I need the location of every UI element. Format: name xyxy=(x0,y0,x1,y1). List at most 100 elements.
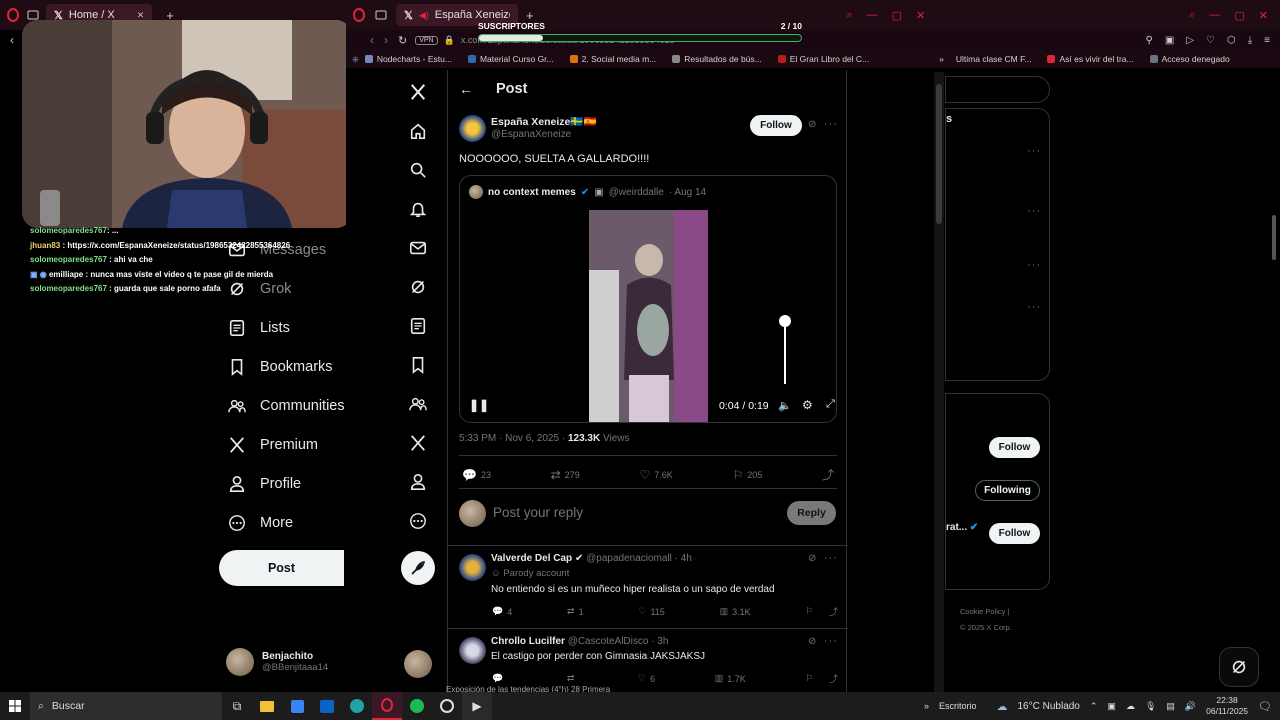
search-box-card[interactable] xyxy=(945,76,1050,103)
bookmark-item[interactable]: 2. Social media m... xyxy=(569,54,656,64)
volume-slider[interactable] xyxy=(779,315,791,384)
show-hidden-icons[interactable]: ⌃ xyxy=(1090,701,1098,712)
nav-premium[interactable]: Premium xyxy=(220,425,352,464)
left-account-switcher[interactable]: Benjachito @BBenjitaaa14 xyxy=(226,648,328,676)
quoted-post[interactable]: no context memes ✔ ▣ @weirddalle · Aug 1… xyxy=(459,175,837,423)
mic-icon[interactable]: 🎙 xyxy=(1145,701,1156,712)
bookmark-item[interactable]: Material Curso Gr... xyxy=(467,54,554,64)
bookmark-item[interactable]: Ultima clase CM F... xyxy=(956,54,1032,64)
bookmark-item[interactable]: Así es vivir del tra... xyxy=(1047,54,1134,64)
like-action[interactable]: ♡ 7.6K xyxy=(639,466,672,483)
profile-icon[interactable] xyxy=(396,462,440,501)
minimize-icon[interactable]: — xyxy=(867,9,878,21)
more-options-icon[interactable]: ··· xyxy=(824,552,838,564)
workspace-icon[interactable] xyxy=(374,8,388,22)
x-premium-icon[interactable] xyxy=(396,423,440,462)
spotify-icon[interactable] xyxy=(402,692,432,720)
speaker-icon[interactable]: 🔊 xyxy=(1185,701,1196,712)
more-options-icon[interactable]: ··· xyxy=(824,118,838,130)
extensions-icon[interactable]: ⬡ xyxy=(1227,35,1236,46)
grok-explain-icon[interactable]: ⊘ xyxy=(808,119,816,130)
mail-icon[interactable] xyxy=(396,228,440,267)
x-logo-icon[interactable] xyxy=(396,72,440,111)
compose-post-button[interactable] xyxy=(401,551,435,585)
opera-logo-icon[interactable] xyxy=(6,8,20,22)
store-icon[interactable] xyxy=(282,692,312,720)
vpn-badge[interactable]: VPN xyxy=(415,35,438,45)
reload-icon[interactable]: ↻ xyxy=(398,34,407,47)
opera-taskbar-icon[interactable] xyxy=(372,692,402,720)
reply-action[interactable]: 💬 23 xyxy=(462,466,491,483)
start-button[interactable] xyxy=(0,692,30,720)
heart-icon[interactable]: ♡ xyxy=(1206,35,1215,46)
nav-more[interactable]: More xyxy=(220,503,352,542)
back-icon[interactable]: ‹ xyxy=(370,33,374,47)
reply-post[interactable]: Valverde Del Cap ✔ @papadenaciomall · 4h… xyxy=(448,546,848,628)
network-icon[interactable]: ▤ xyxy=(1166,701,1175,712)
follow-button[interactable]: Follow xyxy=(989,437,1040,458)
reply-action[interactable]: 💬 xyxy=(492,672,507,685)
trend-more-icon[interactable]: ··· xyxy=(1027,259,1041,271)
player-icon[interactable]: ▷ xyxy=(1186,35,1194,46)
weather-text[interactable]: 16°C Nublado xyxy=(1018,701,1080,712)
volume-icon[interactable]: 🔈 xyxy=(778,399,792,412)
grok-fab[interactable] xyxy=(1219,647,1259,687)
onedrive-icon[interactable]: ☁ xyxy=(1126,701,1135,712)
like-action[interactable]: ♡ 115 xyxy=(638,605,664,618)
grok-explain-icon[interactable]: ⊘ xyxy=(808,636,816,647)
repost-action[interactable]: ⇄ 1 xyxy=(567,605,584,618)
search-tabs-icon-2[interactable]: ⌕ xyxy=(1189,9,1195,22)
taskbar-search[interactable]: ⌕ Buscar xyxy=(30,692,222,720)
author-avatar[interactable] xyxy=(459,115,486,142)
back-arrow-icon[interactable]: ← xyxy=(459,81,473,97)
search-icon[interactable] xyxy=(396,150,440,189)
obs-icon[interactable] xyxy=(432,692,462,720)
tray-overflow-icon[interactable]: » xyxy=(924,701,929,711)
video-player[interactable]: ❚❚ 0:04 / 0:19 🔈 ⚙ ⤢ xyxy=(460,210,836,422)
bookmark-page-icon[interactable]: ⚲ xyxy=(1146,35,1153,46)
clock[interactable]: 22:38 06/11/2025 xyxy=(1206,695,1248,717)
trend-more-icon[interactable]: ··· xyxy=(1027,205,1041,217)
right-edge-scrollbar[interactable] xyxy=(1272,215,1276,260)
search-tabs-icon[interactable]: ⌕ xyxy=(846,9,852,22)
communities-icon[interactable] xyxy=(396,384,440,423)
views-action[interactable]: ▥ 3.1K xyxy=(720,605,751,618)
post-timestamp[interactable]: 5:33 PM · Nov 6, 2025 · xyxy=(459,433,568,444)
minimize-icon-2[interactable]: — xyxy=(1209,9,1220,21)
outlook-icon[interactable] xyxy=(312,692,342,720)
bookmark-item[interactable]: Nodecharts - Estu... xyxy=(364,54,452,64)
repost-action[interactable]: ⇄ 279 xyxy=(551,466,580,483)
bookmark-share[interactable]: ⚐ ⤴ xyxy=(805,672,838,685)
task-view-icon[interactable]: ⧉ xyxy=(222,692,252,720)
follow-button[interactable]: Follow xyxy=(989,523,1040,544)
nav-lists[interactable]: Lists xyxy=(220,308,352,347)
grok-explain-icon[interactable]: ⊘ xyxy=(808,553,816,564)
back-icon[interactable]: ‹ xyxy=(10,33,14,47)
close-window-icon[interactable]: ✕ xyxy=(916,9,925,22)
following-button[interactable]: Following xyxy=(975,480,1040,501)
more-bookmarks-icon[interactable]: » xyxy=(939,54,944,64)
notifications-icon[interactable] xyxy=(396,189,440,228)
app-icon[interactable]: ▶ xyxy=(462,692,492,720)
lists-icon[interactable] xyxy=(396,306,440,345)
reply-input[interactable]: Post your reply xyxy=(493,505,583,520)
nav-profile[interactable]: Profile xyxy=(220,464,352,503)
close-window-icon-2[interactable]: ✕ xyxy=(1259,9,1268,22)
more-circle-icon[interactable] xyxy=(396,501,440,540)
repost-action[interactable]: ⇄ xyxy=(567,672,579,685)
follow-button[interactable]: Follow xyxy=(750,115,802,136)
avatar[interactable] xyxy=(404,650,432,678)
footer-link[interactable]: Cookie Policy xyxy=(960,607,1005,616)
maximize-icon[interactable]: ▢ xyxy=(892,9,902,22)
trend-more-icon[interactable]: ··· xyxy=(1027,301,1041,313)
bookmark-share[interactable]: ⚐ ⤴ xyxy=(805,605,838,618)
settings-icon[interactable]: ⚙ xyxy=(802,398,813,412)
forward-icon[interactable]: › xyxy=(384,33,388,47)
download-icon[interactable]: ⤓ xyxy=(1248,35,1252,46)
file-explorer-icon[interactable] xyxy=(252,692,282,720)
nav-communities[interactable]: Communities xyxy=(220,386,352,425)
scrollbar-thumb[interactable] xyxy=(936,84,942,224)
home-icon[interactable] xyxy=(396,111,440,150)
bookmark-item[interactable]: El Gran Libro del C... xyxy=(777,54,869,64)
nav-bookmarks[interactable]: Bookmarks xyxy=(220,347,352,386)
